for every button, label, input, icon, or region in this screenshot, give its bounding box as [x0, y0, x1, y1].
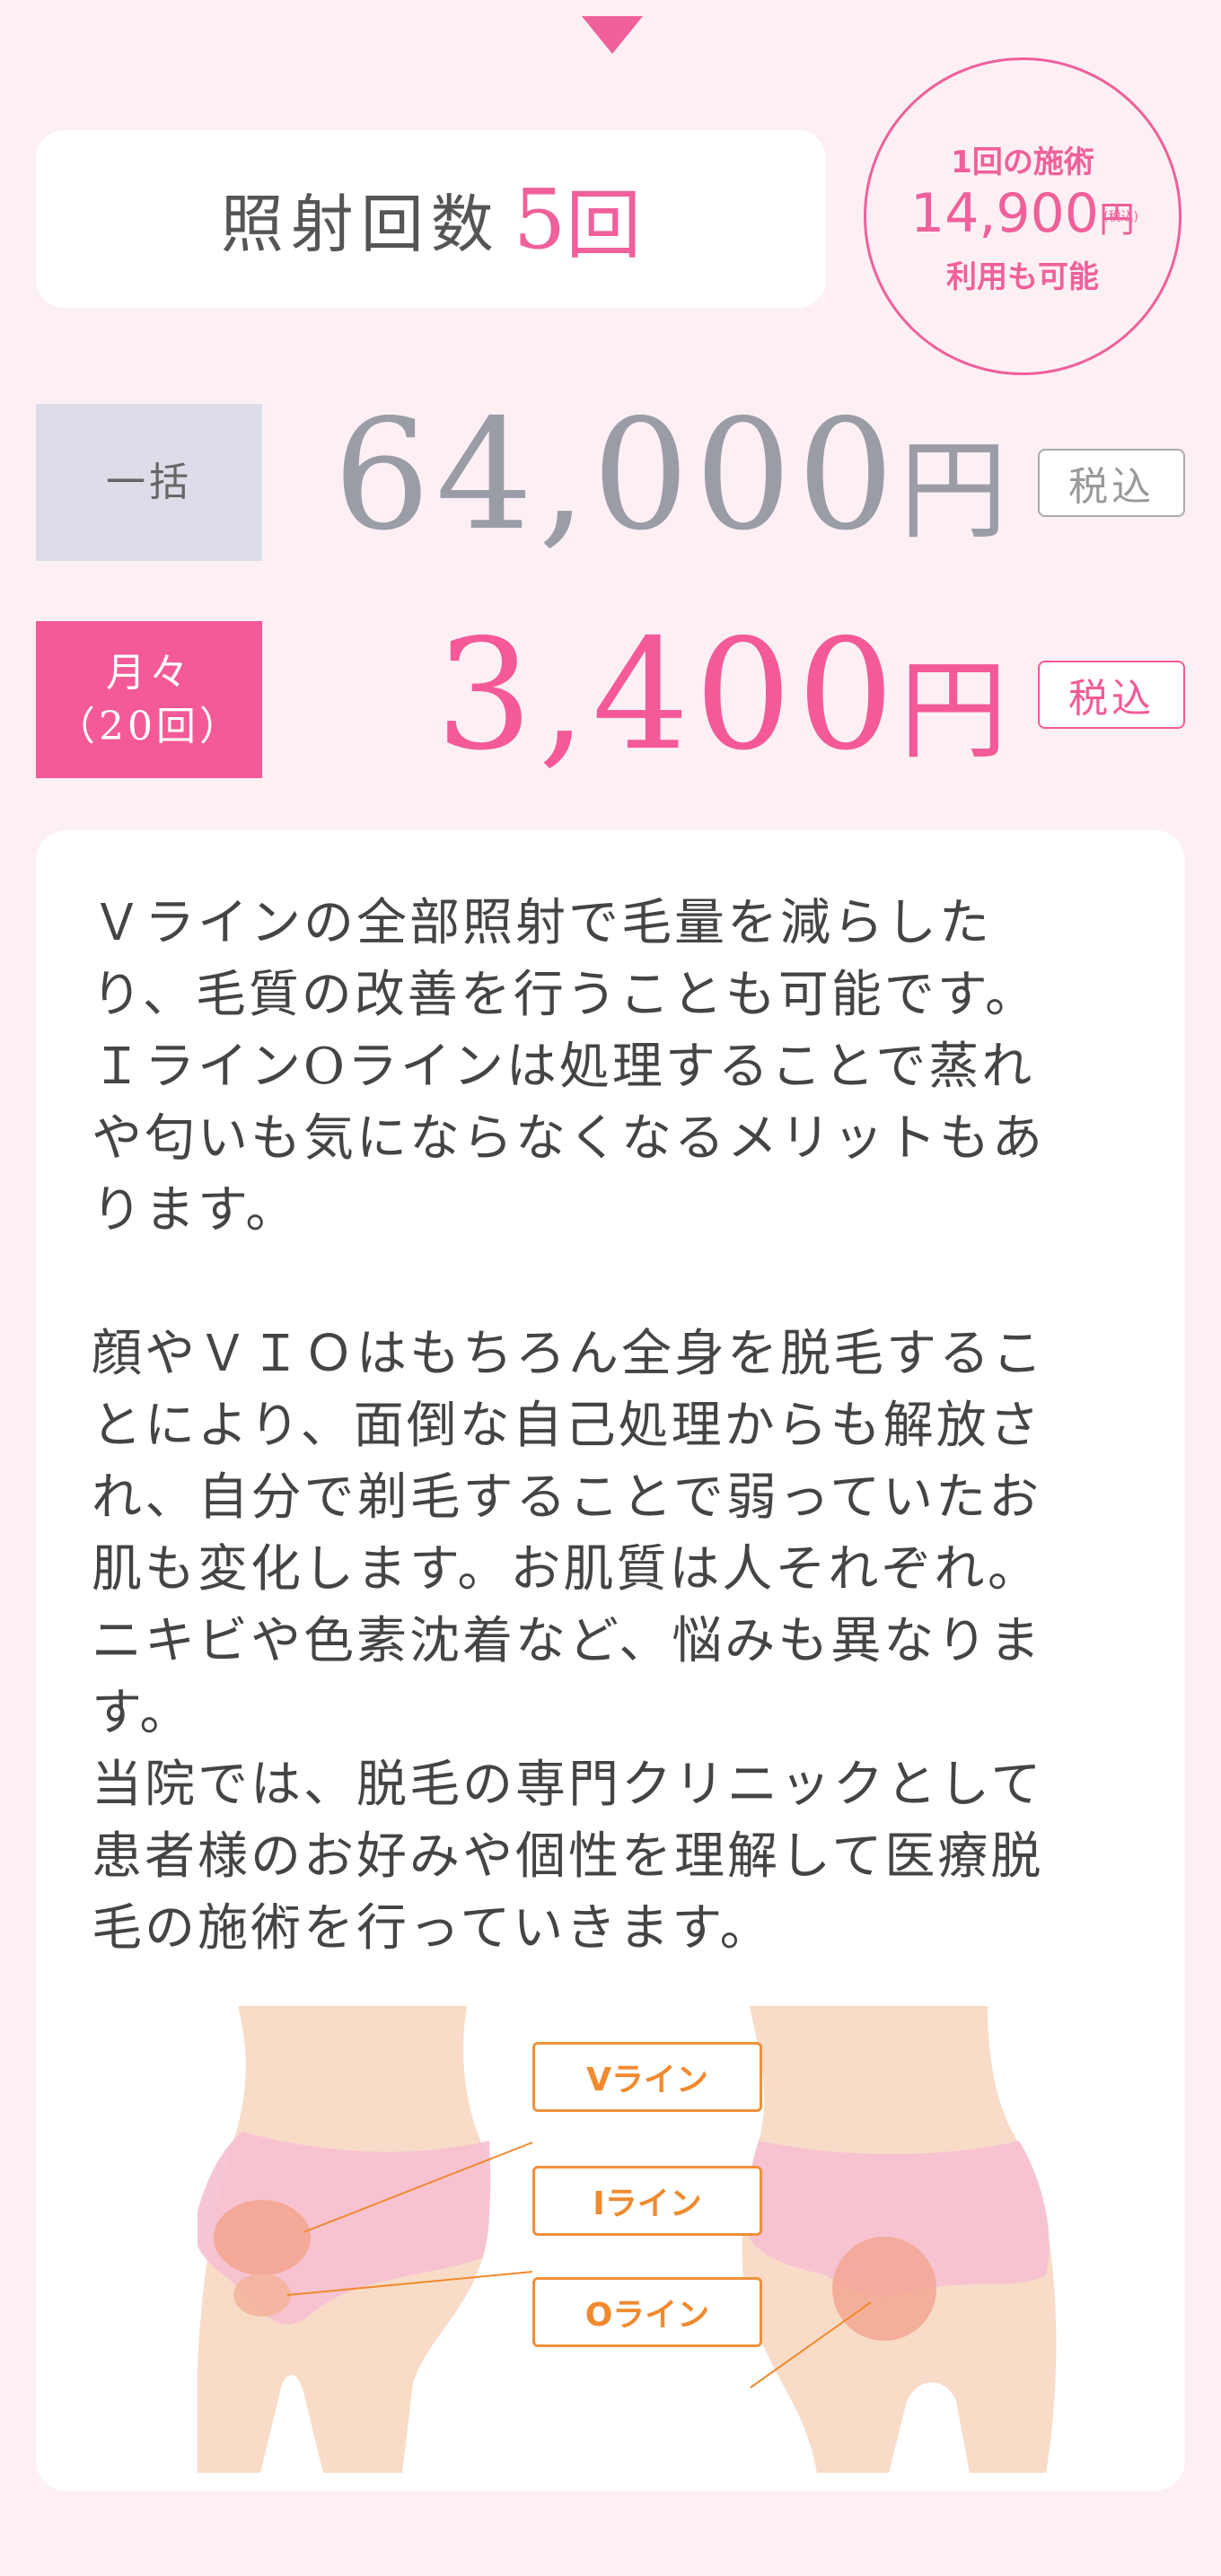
o-zone-mark	[832, 2237, 936, 2341]
monthly-tag: 月々 （20回）	[36, 621, 262, 778]
single-treatment-price: 14,900円 (税込)	[910, 181, 1138, 252]
description-card: Ｖラインの全部照射で毛量を減らした り、毛質の改善を行うことも可能です。 Ｉライ…	[36, 830, 1185, 2491]
single-treatment-label: 1回の施術	[951, 144, 1094, 180]
down-arrow-icon	[582, 16, 643, 54]
v-line-label: Vライン	[532, 2042, 762, 2112]
monthly-tax-badge: 税込	[1038, 661, 1185, 729]
i-zone-mark	[233, 2274, 291, 2317]
lump-sum-yen: 円	[900, 429, 1007, 554]
lump-sum-price-value: 64,000	[333, 387, 900, 565]
session-count-box: 照射回数 5 回	[36, 130, 826, 308]
session-count-label: 照射回数	[220, 187, 501, 261]
lump-sum-tax-badge: 税込	[1038, 449, 1185, 517]
single-treatment-price-value: 14,900	[910, 181, 1099, 245]
i-line-label: Iライン	[532, 2166, 762, 2236]
v-zone-mark	[214, 2200, 311, 2275]
lump-sum-price: 64,000円	[333, 399, 1007, 568]
single-treatment-note: 利用も可能	[946, 258, 1099, 295]
lump-sum-tag: 一括	[36, 404, 262, 561]
monthly-tag-label: 月々	[106, 649, 192, 696]
vio-diagram: Vライン Iライン Oライン	[193, 2006, 1077, 2473]
monthly-yen: 円	[900, 649, 1007, 774]
single-treatment-tax: (税込)	[1103, 209, 1138, 224]
single-treatment-badge: 1回の施術 14,900円 (税込) 利用も可能	[864, 57, 1181, 375]
o-line-label: Oライン	[532, 2277, 762, 2347]
session-count-unit: 回	[566, 180, 642, 269]
monthly-price-value: 3,400	[435, 607, 900, 784]
description-text: Ｖラインの全部照射で毛量を減らした り、毛質の改善を行うことも可能です。 Ｉライ…	[92, 894, 1045, 1958]
session-count-value: 5	[513, 171, 567, 267]
monthly-tag-count: （20回）	[56, 703, 242, 749]
monthly-price: 3,400円	[435, 619, 1007, 788]
